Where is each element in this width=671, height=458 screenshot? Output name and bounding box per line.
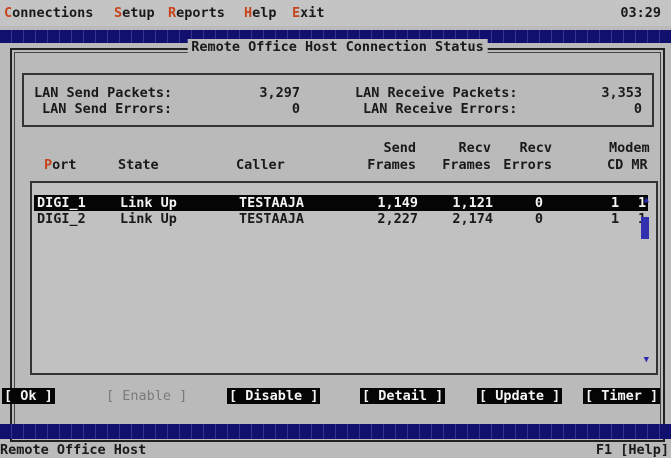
lan-send-errors-label: LAN Send Errors: <box>42 101 173 117</box>
disable-button[interactable]: [ Disable ] <box>227 388 321 404</box>
cell-port: DIGI_2 <box>37 211 86 227</box>
lan-send-packets-value: 3,297 <box>259 85 300 101</box>
timer-button[interactable]: [ Timer ] <box>583 388 661 404</box>
detail-button[interactable]: [ Detail ] <box>360 388 446 404</box>
menu-bar: Connections Setup Reports Help Exit 03:2… <box>0 0 671 26</box>
status-bar: Remote Office Host F1 [Help] <box>0 443 671 457</box>
menu-exit[interactable]: Exit <box>292 0 325 26</box>
cell-send-frames: 2,227 <box>377 211 418 227</box>
col-header-state: State <box>118 157 159 173</box>
down-arrow-icon[interactable]: ▼ <box>644 355 649 365</box>
cell-recv-frames: 1,121 <box>452 195 493 211</box>
cell-port: DIGI_1 <box>37 195 86 211</box>
cell-state: Link Up <box>120 211 177 227</box>
ok-button[interactable]: [ Ok ] <box>2 388 55 404</box>
clock: 03:29 <box>620 5 661 21</box>
col-header-recv-top: Recv <box>458 140 491 156</box>
dos-screen: Connections Setup Reports Help Exit 03:2… <box>0 0 671 457</box>
col-header-send-bottom: Frames <box>367 157 416 173</box>
col-header-recv-bottom: Frames <box>442 157 491 173</box>
list-scrollbar[interactable]: ▲ ▼ <box>641 191 652 371</box>
list-item[interactable]: DIGI_1 Link Up TESTAAJA 1,149 1,121 0 1 … <box>34 195 648 211</box>
window-title: Remote Office Host Connection Status <box>187 39 488 55</box>
cell-state: Link Up <box>120 195 177 211</box>
cell-recv-errors: 0 <box>534 211 543 227</box>
col-header-port: Port <box>44 157 77 173</box>
list-item[interactable]: DIGI_2 Link Up TESTAAJA 2,227 2,174 0 1 … <box>34 211 648 227</box>
lan-receive-errors-value: 0 <box>633 101 642 117</box>
col-header-recv-errors-top: Recv <box>519 140 552 156</box>
status-app-name: Remote Office Host <box>0 442 147 458</box>
col-header-caller: Caller <box>236 157 285 173</box>
cell-recv-frames: 2,174 <box>452 211 493 227</box>
menu-connections[interactable]: Connections <box>4 0 93 26</box>
port-list[interactable]: DIGI_1 Link Up TESTAAJA 1,149 1,121 0 1 … <box>30 181 658 375</box>
col-header-modem-bottom: CD MR <box>607 157 648 173</box>
col-header-recv-errors-bottom: Errors <box>503 157 552 173</box>
cell-send-frames: 1,149 <box>377 195 418 211</box>
update-button[interactable]: [ Update ] <box>477 388 563 404</box>
col-header-modem-top: Modem <box>609 140 650 156</box>
enable-button[interactable]: [ Enable ] <box>106 388 187 404</box>
cell-recv-errors: 0 <box>534 195 543 211</box>
up-arrow-icon[interactable]: ▲ <box>644 195 649 205</box>
menu-reports[interactable]: Reports <box>168 0 225 26</box>
col-header-send-top: Send <box>383 140 416 156</box>
cell-modem-cd: 1 <box>611 211 620 227</box>
scroll-thumb[interactable] <box>641 217 649 239</box>
lan-receive-packets-value: 3,353 <box>601 85 642 101</box>
lan-receive-packets-label: LAN Receive Packets: <box>355 85 518 101</box>
lan-send-packets-label: LAN Send Packets: <box>34 85 173 101</box>
lan-send-errors-value: 0 <box>291 101 300 117</box>
cell-caller: TESTAAJA <box>239 195 305 211</box>
status-help-hint[interactable]: F1 [Help] <box>596 443 669 457</box>
cell-modem-cd: 1 <box>611 195 620 211</box>
cell-caller: TESTAAJA <box>239 211 305 227</box>
lan-receive-errors-label: LAN Receive Errors: <box>363 101 518 117</box>
bottom-stripe <box>0 424 671 439</box>
menu-setup[interactable]: Setup <box>114 0 155 26</box>
menu-help[interactable]: Help <box>244 0 277 26</box>
